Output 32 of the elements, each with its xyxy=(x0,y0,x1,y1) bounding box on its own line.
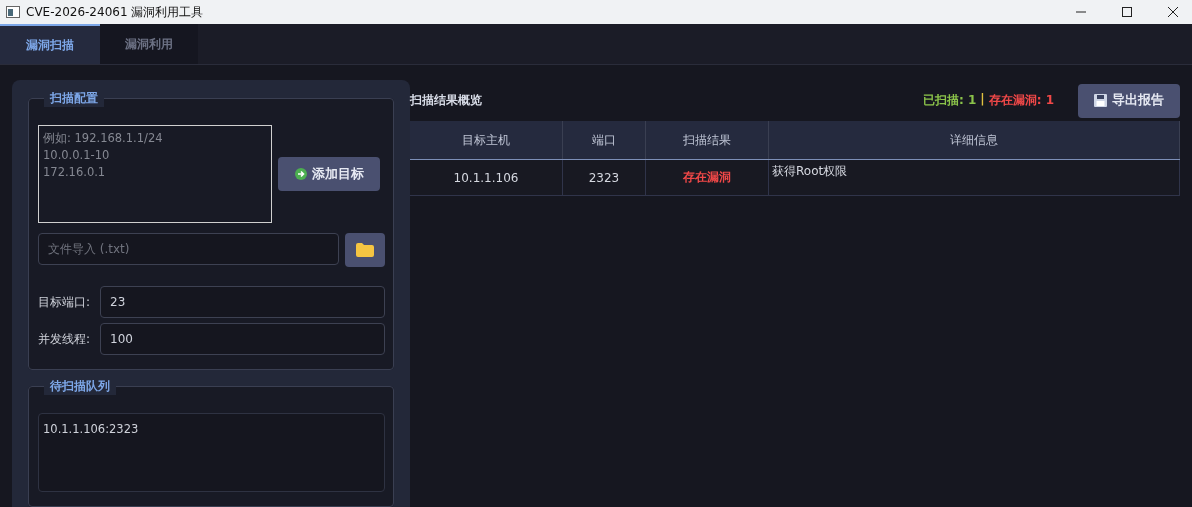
column-header[interactable]: 端口 xyxy=(562,121,646,160)
column-header[interactable]: 扫描结果 xyxy=(645,121,769,160)
table-cell: 存在漏洞 xyxy=(645,159,769,196)
input-field[interactable]: 100 xyxy=(100,323,385,355)
input-field[interactable]: 23 xyxy=(100,286,385,318)
group-title: 待扫描队列 xyxy=(44,378,116,395)
scanned-count: 已扫描: 1 xyxy=(922,92,977,109)
queue-item[interactable]: 10.1.1.106:2323 xyxy=(43,422,380,436)
field-label: 目标端口: xyxy=(38,293,92,311)
file-import-field[interactable]: 文件导入 (.txt) xyxy=(38,233,339,265)
export-button[interactable]: 导出报告 xyxy=(1078,83,1180,118)
tab[interactable]: 漏洞扫描 xyxy=(0,24,100,64)
section-title: 扫描结果概览 xyxy=(410,92,483,109)
app-icon xyxy=(6,6,20,18)
tab[interactable]: 漏洞利用 xyxy=(100,24,198,64)
table-cell: 获得Root权限 xyxy=(768,159,1180,196)
arrow-icon xyxy=(294,168,307,180)
targets-field[interactable]: 例如: 192.168.1.1/24 10.0.0.1-10 172.16.0.1 xyxy=(38,125,272,223)
window-title: CVE-2026-24061 漏洞利用工具 xyxy=(26,3,205,21)
folder-icon xyxy=(356,243,374,257)
separator-text: | xyxy=(980,92,985,108)
table-cell: 10.1.1.106 xyxy=(410,159,563,196)
field-label: 并发线程: xyxy=(38,330,92,348)
table-cell: 2323 xyxy=(562,159,646,196)
maximize-icon[interactable] xyxy=(1122,7,1132,17)
group-title: 扫描配置 xyxy=(44,90,104,107)
column-header[interactable]: 详细信息 xyxy=(768,121,1180,160)
add-target-button[interactable]: 添加目标 xyxy=(278,157,380,191)
close-icon[interactable] xyxy=(1168,7,1178,17)
folder-button[interactable] xyxy=(345,233,385,267)
column-header[interactable]: 目标主机 xyxy=(410,121,563,160)
vulnerable-count: 存在漏洞: 1 xyxy=(988,92,1054,109)
